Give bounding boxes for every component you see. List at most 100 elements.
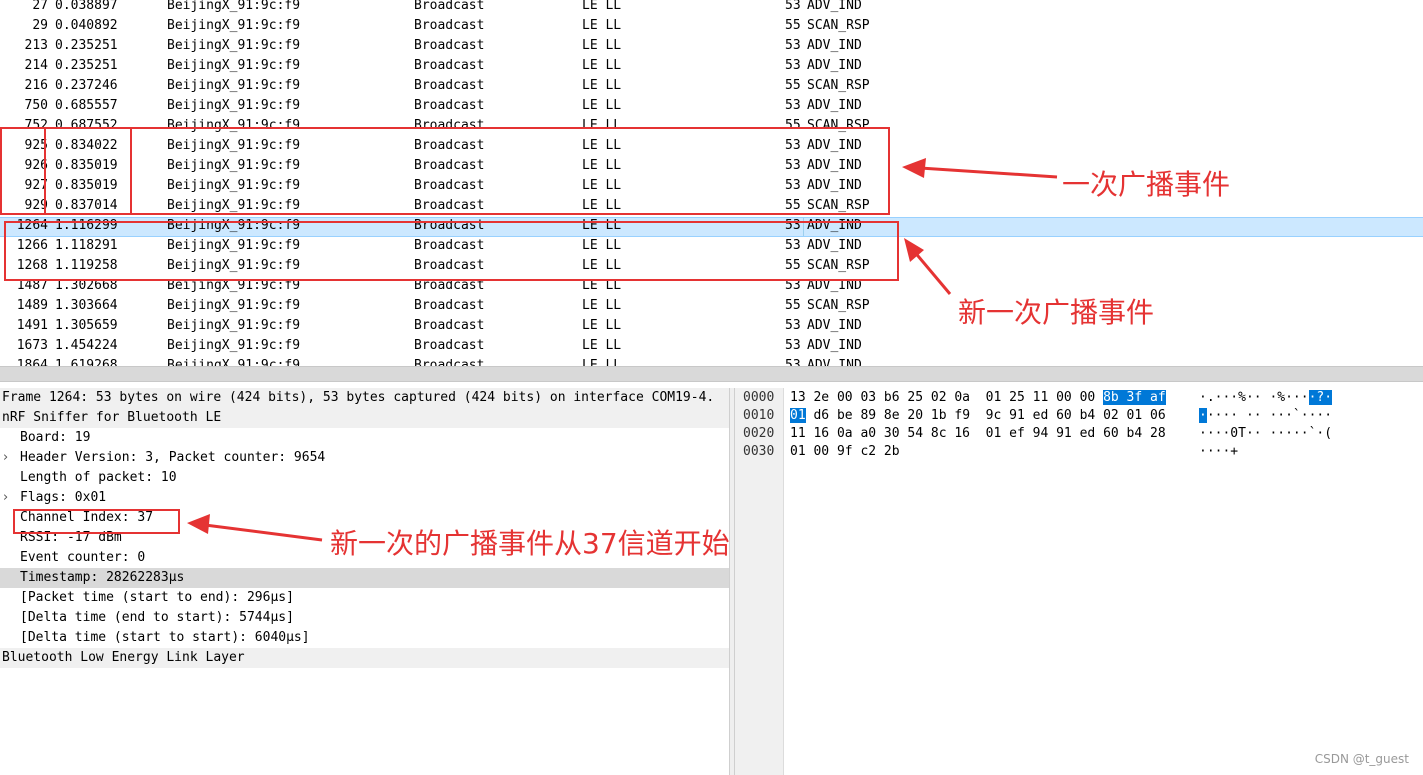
packet-destination: Broadcast — [414, 298, 485, 313]
hex-bytes-line[interactable]: 11 16 0a a0 30 54 8c 16 01 ef 94 91 ed 6… — [790, 425, 1166, 443]
hex-offset: 0020 — [743, 426, 775, 441]
packet-protocol: LE LL — [582, 318, 622, 333]
hex-bytes: 13 2e 00 03 b6 25 02 0a 01 25 11 00 00 — [790, 390, 1104, 405]
chevron-right-icon[interactable]: › — [3, 488, 8, 508]
detail-tree-field[interactable]: › Flags: 0x01 — [0, 488, 729, 508]
annotation-label-event1: 一次广播事件 — [1062, 168, 1231, 201]
detail-tree-field[interactable]: Length of packet: 10 — [0, 468, 729, 488]
detail-tree-label: Event counter: 0 — [20, 550, 146, 565]
packet-protocol: LE LL — [582, 358, 622, 366]
packet-protocol: LE LL — [582, 338, 622, 353]
packet-protocol: LE LL — [582, 298, 622, 313]
detail-tree-label: Flags: 0x01 — [20, 490, 107, 505]
detail-tree-section[interactable]: Bluetooth Low Energy Link Layer — [0, 648, 729, 668]
hex-offset: 0010 — [743, 408, 775, 423]
packet-number: 750 — [24, 98, 48, 113]
detail-tree-section[interactable]: nRF Sniffer for Bluetooth LE — [0, 408, 729, 428]
packet-time: 1.303664 — [55, 298, 118, 313]
hex-offset: 0000 — [743, 390, 775, 405]
packet-time: 0.235251 — [55, 38, 118, 53]
detail-tree-label: [Delta time (end to start): 5744µs] — [20, 610, 294, 625]
annotation-box-event1-numbers — [44, 127, 132, 215]
hex-ascii-line[interactable]: ····+ — [1199, 443, 1238, 461]
detail-tree-label: Length of packet: 10 — [20, 470, 177, 485]
detail-tree-field[interactable]: [Delta time (end to start): 5744µs] — [0, 608, 729, 628]
packet-row[interactable]: 216 0.237246 BeijingX_91:9c:f9 Broadcast LE … — [0, 77, 1423, 97]
annotation-box-event2 — [4, 221, 899, 281]
packet-length: 53 — [785, 58, 801, 73]
packet-row[interactable]: 1491 1.305659 BeijingX_91:9c:f9 Broadcast LE… — [0, 317, 1423, 337]
packet-destination: Broadcast — [414, 38, 485, 53]
detail-tree-label: Bluetooth Low Energy Link Layer — [2, 650, 245, 665]
packet-length: 55 — [785, 298, 801, 313]
packet-destination: Broadcast — [414, 78, 485, 93]
watermark: CSDN @t_guest — [1314, 752, 1409, 766]
detail-tree-field[interactable]: › Header Version: 3, Packet counter: 9654 — [0, 448, 729, 468]
detail-tree-field[interactable]: [Delta time (start to start): 6040µs] — [0, 628, 729, 648]
detail-tree-label: Timestamp: 28262283µs — [20, 570, 185, 585]
packet-source: BeijingX_91:9c:f9 — [167, 58, 301, 73]
packet-row[interactable]: 1864 1.619268 BeijingX_91:9c:f9 Broadcast LE… — [0, 357, 1423, 366]
hex-bytes: d6 be 89 8e 20 1b f9 9c 91 ed 60 b4 02 0… — [805, 408, 1166, 423]
hex-bytes-line[interactable]: 13 2e 00 03 b6 25 02 0a 01 25 11 00 00 8… — [790, 389, 1166, 407]
pane-splitter[interactable] — [0, 366, 1423, 382]
packet-row[interactable]: 214 0.235251 BeijingX_91:9c:f9 Broadcast LE … — [0, 57, 1423, 77]
packet-number: 1489 — [16, 298, 48, 313]
packet-row[interactable]: 750 0.685557 BeijingX_91:9c:f9 Broadcast LE … — [0, 97, 1423, 117]
packet-time: 0.040892 — [55, 18, 118, 33]
packet-protocol: LE LL — [582, 18, 622, 33]
hex-bytes-line[interactable]: 01 d6 be 89 8e 20 1b f9 9c 91 ed 60 b4 0… — [790, 407, 1166, 425]
packet-protocol: LE LL — [582, 98, 622, 113]
hex-ascii-line[interactable]: ····· ·· ···`···· — [1199, 407, 1332, 425]
detail-tree-field[interactable]: Board: 19 — [0, 428, 729, 448]
packet-length: 53 — [785, 38, 801, 53]
hex-ascii: ···· ·· ···`···· — [1206, 408, 1333, 423]
packet-row[interactable]: 213 0.235251 BeijingX_91:9c:f9 Broadcast LE … — [0, 37, 1423, 57]
packet-info: ADV_IND — [807, 0, 862, 13]
hex-ascii-line[interactable]: ····0T·· ·····`·( — [1199, 425, 1332, 443]
packet-length: 53 — [785, 338, 801, 353]
packet-info: ADV_IND — [807, 38, 862, 53]
hex-ascii-selected: ·?· — [1308, 390, 1333, 405]
packet-time: 0.038897 — [55, 0, 118, 13]
hex-bytes-line[interactable]: 01 00 9f c2 2b — [790, 443, 900, 461]
packet-number: 1864 — [16, 358, 48, 366]
packet-length: 53 — [785, 98, 801, 113]
annotation-label-event2: 新一次广播事件 — [958, 296, 1155, 329]
hex-ascii-line[interactable]: ·.···%·· ·%····?· — [1199, 389, 1333, 407]
hex-offset: 0030 — [743, 444, 775, 459]
detail-tree-section[interactable]: Frame 1264: 53 bytes on wire (424 bits),… — [0, 388, 729, 408]
packet-source: BeijingX_91:9c:f9 — [167, 298, 301, 313]
packet-bytes-pane[interactable]: 0000 13 2e 00 03 b6 25 02 0a 01 25 11 00 … — [735, 388, 1423, 775]
hex-ascii: ····0T·· ·····`·( — [1199, 426, 1333, 441]
hex-bytes-selected: 8b 3f af — [1103, 390, 1166, 405]
packet-row[interactable]: 27 0.038897 BeijingX_91:9c:f9 Broadcast LE L… — [0, 0, 1423, 17]
packet-source: BeijingX_91:9c:f9 — [167, 98, 301, 113]
hex-ascii: ····+ — [1199, 444, 1239, 459]
packet-source: BeijingX_91:9c:f9 — [167, 0, 301, 13]
packet-source: BeijingX_91:9c:f9 — [167, 18, 301, 33]
packet-protocol: LE LL — [582, 78, 622, 93]
detail-tree-field[interactable]: [Packet time (start to end): 296µs] — [0, 588, 729, 608]
chevron-right-icon[interactable]: › — [3, 448, 8, 468]
detail-tree-field[interactable]: Timestamp: 28262283µs — [0, 568, 729, 588]
packet-row[interactable]: 1489 1.303664 BeijingX_91:9c:f9 Broadcast LE… — [0, 297, 1423, 317]
packet-time: 1.305659 — [55, 318, 118, 333]
packet-length: 53 — [785, 318, 801, 333]
packet-number: 214 — [24, 58, 48, 73]
packet-protocol: LE LL — [582, 58, 622, 73]
packet-destination: Broadcast — [414, 0, 485, 13]
detail-tree-label: Header Version: 3, Packet counter: 9654 — [20, 450, 326, 465]
packet-info: SCAN_RSP — [807, 298, 870, 313]
packet-protocol: LE LL — [582, 0, 622, 13]
packet-destination: Broadcast — [414, 318, 485, 333]
packet-time: 0.237246 — [55, 78, 118, 93]
detail-tree-label: nRF Sniffer for Bluetooth LE — [2, 410, 222, 425]
hex-bytes: 01 00 9f c2 2b — [790, 444, 900, 459]
packet-info: ADV_IND — [807, 338, 862, 353]
packet-details-pane[interactable]: Frame 1264: 53 bytes on wire (424 bits),… — [0, 388, 729, 775]
packet-row[interactable]: 1673 1.454224 BeijingX_91:9c:f9 Broadcast LE… — [0, 337, 1423, 357]
packet-row[interactable]: 29 0.040892 BeijingX_91:9c:f9 Broadcast LE L… — [0, 17, 1423, 37]
packet-number: 213 — [24, 38, 48, 53]
packet-length: 53 — [785, 0, 801, 13]
